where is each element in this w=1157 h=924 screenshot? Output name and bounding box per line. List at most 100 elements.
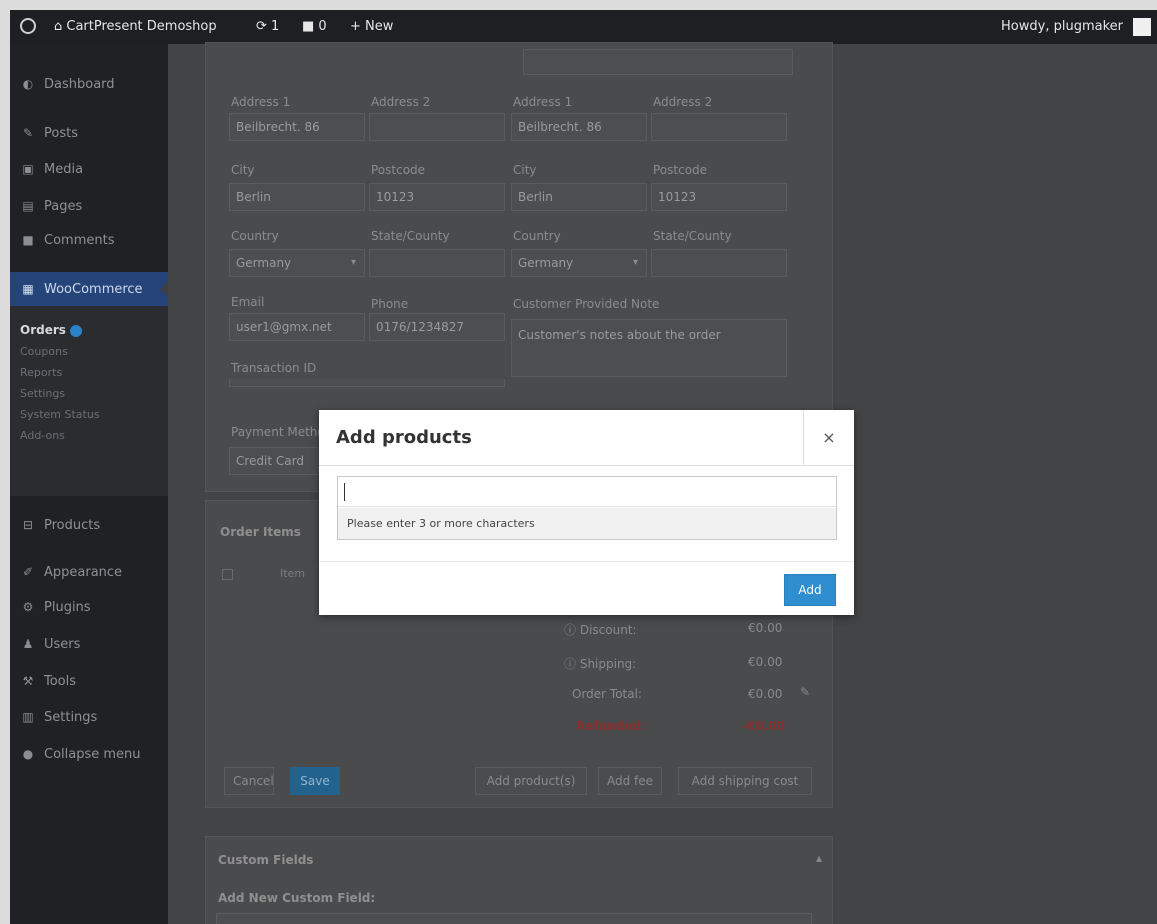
howdy-user-link[interactable]: Howdy, plugmaker — [1001, 10, 1123, 44]
admin-sidebar: ◐ Dashboard ✎ Posts ▣ Media ▤ Pages ■ Comment… — [10, 44, 168, 924]
billing-state-label: State/County — [371, 229, 450, 243]
sidebar-item-woocommerce[interactable]: ▦ WooCommerce — [10, 272, 168, 306]
add-shipping-cost-button[interactable]: Add shipping cost — [678, 767, 812, 795]
discount-total-label: ⓘ Discount: — [564, 623, 637, 637]
sidebar-item-comments[interactable]: ■ Comments — [10, 225, 168, 255]
billing-address1-field[interactable]: Beilbrecht. 86 — [229, 113, 365, 141]
billing-phone-field[interactable]: 0176/1234827 — [369, 313, 505, 341]
sidebar-item-users[interactable]: ♟ Users — [10, 629, 168, 659]
submenu-settings[interactable]: Settings — [10, 383, 168, 404]
sidebar-item-appearance[interactable]: ✐ Appearance — [10, 557, 168, 587]
billing-email-label: Email — [231, 295, 265, 309]
new-content-link[interactable]: + New — [350, 10, 393, 44]
comments-link[interactable]: ■ 0 — [302, 10, 327, 44]
billing-postcode-field[interactable]: 10123 — [369, 183, 505, 211]
avatar[interactable] — [1133, 18, 1151, 36]
custom-field-input[interactable] — [216, 913, 812, 924]
sidebar-item-collapse[interactable]: ● Collapse menu — [10, 739, 168, 769]
sidebar-item-pages[interactable]: ▤ Pages — [10, 191, 168, 221]
billing-email-field[interactable]: user1@gmx.net — [229, 313, 365, 341]
sidebar-item-dashboard[interactable]: ◐ Dashboard — [10, 69, 168, 99]
comment-bubble-icon: ■ — [302, 19, 319, 34]
transaction-id-field[interactable] — [229, 379, 505, 387]
pin-icon: ✎ — [22, 126, 34, 140]
wordpress-logo-icon[interactable] — [20, 10, 42, 44]
edit-pencil-icon[interactable]: ✎ — [800, 685, 810, 699]
shipping-country-select[interactable]: Germany ▾ — [511, 249, 647, 277]
help-icon: ⓘ — [564, 657, 580, 671]
shipping-postcode-label: Postcode — [653, 163, 708, 177]
customer-note-textarea[interactable]: Customer's notes about the order — [511, 319, 787, 377]
woocommerce-icon: ▦ — [22, 282, 34, 296]
save-button[interactable]: Save — [290, 767, 340, 795]
submenu-system-status[interactable]: System Status — [10, 404, 168, 425]
customer-note-label: Customer Provided Note — [513, 297, 660, 311]
plus-icon: + — [350, 19, 366, 34]
orders-count-badge — [69, 324, 82, 337]
site-name-link[interactable]: ⌂ CartPresent Demoshop — [54, 10, 217, 44]
shipping-city-field[interactable]: Berlin — [511, 183, 647, 211]
shipping-state-field[interactable] — [651, 249, 787, 277]
add-new-custom-field-label: Add New Custom Field: — [218, 891, 376, 905]
help-icon: ⓘ — [564, 623, 580, 637]
order-total-value: €0.00 — [748, 687, 783, 701]
cancel-button[interactable]: Cancel — [224, 767, 274, 795]
updates-count: 1 — [271, 19, 280, 34]
discount-total-value: €0.00 — [748, 621, 783, 635]
updates-link[interactable]: ⟳ 1 — [256, 10, 279, 44]
refunded-label: Refunded: — [576, 719, 646, 733]
sidebar-item-posts[interactable]: ✎ Posts — [10, 118, 168, 148]
sidebar-item-products[interactable]: ⊟ Products — [10, 510, 168, 540]
add-fee-button[interactable]: Add fee — [598, 767, 662, 795]
product-search-input[interactable] — [338, 477, 836, 507]
payment-method-label: Payment Method — [231, 425, 333, 439]
item-column-header: Item — [280, 567, 306, 580]
sidebar-item-tools[interactable]: ⚒ Tools — [10, 666, 168, 696]
woocommerce-submenu: Orders Coupons Reports Settings System S… — [10, 306, 168, 496]
add-products-modal: Add products × Please enter 3 or more ch… — [319, 410, 854, 615]
admin-bar: ⌂ CartPresent Demoshop ⟳ 1 ■ 0 + New How… — [10, 10, 1157, 44]
order-items-title: Order Items — [220, 525, 301, 539]
products-icon: ⊟ — [22, 518, 34, 532]
sidebar-item-plugins[interactable]: ⚙ Plugins — [10, 592, 168, 622]
custom-fields-title: Custom Fields — [218, 853, 314, 867]
select-all-checkbox[interactable] — [222, 569, 233, 580]
top-stub-input[interactable] — [523, 49, 793, 75]
billing-postcode-label: Postcode — [371, 163, 426, 177]
collapse-toggle-icon[interactable]: ▴ — [816, 851, 822, 865]
add-products-button[interactable]: Add product(s) — [475, 767, 587, 795]
order-total-label: Order Total: — [572, 687, 642, 701]
close-icon[interactable]: × — [803, 410, 854, 465]
plugins-icon: ⚙ — [22, 600, 34, 614]
add-button[interactable]: Add — [784, 574, 836, 606]
new-label: New — [365, 19, 394, 34]
billing-address2-label: Address 2 — [371, 95, 431, 109]
appearance-icon: ✐ — [22, 565, 34, 579]
billing-state-field[interactable] — [369, 249, 505, 277]
updates-icon: ⟳ — [256, 19, 272, 34]
submenu-add-ons[interactable]: Add-ons — [10, 425, 168, 446]
custom-fields-card: Custom Fields ▴ Add New Custom Field: — [205, 836, 833, 924]
billing-country-select[interactable]: Germany ▾ — [229, 249, 365, 277]
sidebar-item-media[interactable]: ▣ Media — [10, 154, 168, 184]
shipping-postcode-field[interactable]: 10123 — [651, 183, 787, 211]
billing-city-field[interactable]: Berlin — [229, 183, 365, 211]
shipping-total-value: €0.00 — [748, 655, 783, 669]
shipping-country-label: Country — [513, 229, 561, 243]
settings-icon: ▥ — [22, 710, 34, 724]
submenu-coupons[interactable]: Coupons — [10, 341, 168, 362]
submenu-orders[interactable]: Orders — [10, 320, 168, 341]
billing-phone-label: Phone — [371, 297, 409, 311]
shipping-address2-label: Address 2 — [653, 95, 713, 109]
modal-footer: Add — [319, 561, 854, 616]
billing-address2-field[interactable] — [369, 113, 505, 141]
sidebar-item-settings[interactable]: ▥ Settings — [10, 702, 168, 732]
shipping-address1-field[interactable]: Beilbrecht. 86 — [511, 113, 647, 141]
shipping-city-label: City — [513, 163, 537, 177]
transaction-id-label: Transaction ID — [231, 361, 317, 375]
shipping-address2-field[interactable] — [651, 113, 787, 141]
modal-header: Add products × — [319, 410, 854, 466]
submenu-reports[interactable]: Reports — [10, 362, 168, 383]
screen-frame: ⌂ CartPresent Demoshop ⟳ 1 ■ 0 + New How… — [10, 10, 1157, 924]
billing-city-label: City — [231, 163, 255, 177]
